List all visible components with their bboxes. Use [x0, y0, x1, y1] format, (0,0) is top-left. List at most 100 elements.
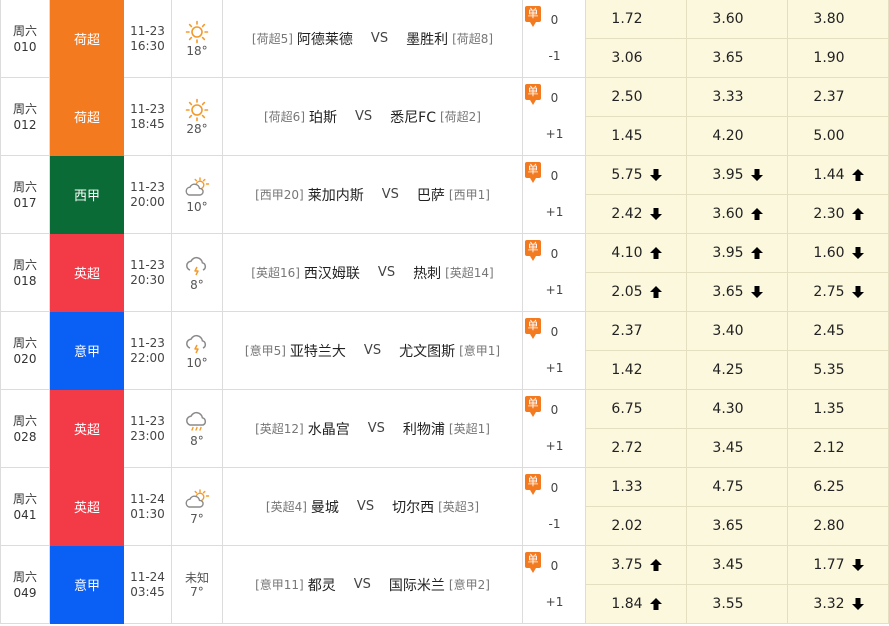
- home-team[interactable]: 水晶宫: [308, 419, 350, 439]
- league-name: 意甲: [73, 345, 100, 360]
- win-odds-button[interactable]: 1.45: [586, 117, 687, 156]
- match-teams[interactable]: [荷超5] 阿德莱德 VS 墨胜利 [荷超8]: [223, 0, 523, 78]
- draw-odds-button[interactable]: 3.65: [687, 273, 788, 312]
- win-odds-button[interactable]: 3.06: [586, 39, 687, 78]
- league-badge[interactable]: 意甲: [50, 312, 124, 390]
- home-team[interactable]: 曼城: [311, 497, 339, 517]
- match-teams[interactable]: [英超16] 西汉姆联 VS 热刺 [英超14]: [223, 234, 523, 312]
- odds-value: 2.12: [813, 440, 845, 456]
- match-teams[interactable]: [英超12] 水晶宫 VS 利物浦 [英超1]: [223, 390, 523, 468]
- league-badge[interactable]: 荷超: [50, 78, 124, 156]
- win-odds-button[interactable]: 5.75: [586, 156, 687, 195]
- league-badge[interactable]: 西甲: [50, 156, 124, 234]
- odds-value: 2.50: [611, 89, 643, 105]
- home-team[interactable]: 都灵: [308, 575, 336, 595]
- away-team[interactable]: 热刺: [413, 263, 441, 283]
- win-odds-button[interactable]: 1.42: [586, 351, 687, 390]
- draw-odds-button[interactable]: 4.30: [687, 390, 788, 429]
- win-odds-button[interactable]: 2.02: [586, 507, 687, 546]
- odds-value: 3.95: [712, 245, 744, 261]
- win-odds-button[interactable]: 3.75: [586, 546, 687, 585]
- home-team[interactable]: 莱加内斯: [308, 185, 364, 205]
- draw-odds-button[interactable]: 3.55: [687, 585, 788, 624]
- lose-odds-button[interactable]: 1.44: [788, 156, 889, 195]
- win-odds-button[interactable]: 4.10: [586, 234, 687, 273]
- draw-odds-button[interactable]: 4.20: [687, 117, 788, 156]
- away-team[interactable]: 国际米兰: [389, 575, 445, 595]
- weather: 10°: [172, 312, 223, 390]
- away-team[interactable]: 墨胜利: [406, 29, 448, 49]
- home-team[interactable]: 亚特兰大: [290, 341, 346, 361]
- win-odds-button[interactable]: 2.50: [586, 78, 687, 117]
- match-day: 周六: [12, 335, 37, 350]
- away-team[interactable]: 切尔西: [392, 497, 434, 517]
- odds-value: 2.37: [611, 323, 643, 339]
- match-teams[interactable]: [荷超6] 珀斯 VS 悉尼FC [荷超2]: [223, 78, 523, 156]
- odds-value: 2.37: [813, 89, 845, 105]
- league-badge[interactable]: 意甲: [50, 546, 124, 624]
- lose-odds-button[interactable]: 2.80: [788, 507, 889, 546]
- lose-odds-button[interactable]: 3.32: [788, 585, 889, 624]
- draw-odds-button[interactable]: 3.60: [687, 195, 788, 234]
- lose-odds-button[interactable]: 5.35: [788, 351, 889, 390]
- draw-odds-button[interactable]: 4.25: [687, 351, 788, 390]
- lose-odds-button[interactable]: 1.90: [788, 39, 889, 78]
- draw-odds-button[interactable]: 4.75: [687, 468, 788, 507]
- away-team[interactable]: 巴萨: [417, 185, 445, 205]
- match-teams[interactable]: [意甲11] 都灵 VS 国际米兰 [意甲2]: [223, 546, 523, 624]
- draw-odds-button[interactable]: 3.40: [687, 312, 788, 351]
- win-odds-button[interactable]: 2.37: [586, 312, 687, 351]
- lose-odds-button[interactable]: 2.37: [788, 78, 889, 117]
- win-odds-button[interactable]: 2.42: [586, 195, 687, 234]
- odds-value: 2.75: [813, 284, 845, 300]
- draw-odds-button[interactable]: 3.60: [687, 0, 788, 39]
- lose-odds-button[interactable]: 1.35: [788, 390, 889, 429]
- lose-odds-button[interactable]: 2.12: [788, 429, 889, 468]
- match-teams[interactable]: [西甲20] 莱加内斯 VS 巴萨 [西甲1]: [223, 156, 523, 234]
- league-badge[interactable]: 英超: [50, 234, 124, 312]
- vs-label: VS: [370, 31, 389, 46]
- match-row: 周六 012 荷超 11-23 18:45 28° [荷超6] 珀斯 VS 悉尼FC [荷超2] 单 0…: [0, 78, 889, 156]
- away-team[interactable]: 尤文图斯: [399, 341, 455, 361]
- draw-odds-button[interactable]: 3.65: [687, 39, 788, 78]
- away-team[interactable]: 悉尼FC: [390, 107, 436, 127]
- draw-odds-button[interactable]: 3.95: [687, 156, 788, 195]
- temperature: 10°: [186, 355, 208, 370]
- win-odds-button[interactable]: 2.05: [586, 273, 687, 312]
- home-team[interactable]: 西汉姆联: [304, 263, 360, 283]
- arrow-up-icon: [852, 169, 864, 181]
- vs-label: VS: [381, 187, 399, 202]
- weather: 18°: [172, 0, 223, 78]
- temperature: 10°: [186, 199, 208, 214]
- odds-value: 1.35: [813, 401, 845, 417]
- league-badge[interactable]: 荷超: [50, 0, 124, 78]
- match-teams[interactable]: [英超4] 曼城 VS 切尔西 [英超3]: [223, 468, 523, 546]
- win-odds-button[interactable]: 1.33: [586, 468, 687, 507]
- lose-odds-button[interactable]: 2.75: [788, 273, 889, 312]
- draw-odds-button[interactable]: 3.95: [687, 234, 788, 273]
- handicap-line: +1: [545, 595, 564, 609]
- win-odds-button[interactable]: 1.84: [586, 585, 687, 624]
- league-badge[interactable]: 英超: [50, 390, 124, 468]
- lose-odds-button[interactable]: 1.77: [788, 546, 889, 585]
- draw-odds-button[interactable]: 3.45: [687, 429, 788, 468]
- lose-odds-button[interactable]: 5.00: [788, 117, 889, 156]
- lose-odds-button[interactable]: 2.30: [788, 195, 889, 234]
- draw-odds-button[interactable]: 3.45: [687, 546, 788, 585]
- draw-odds-button[interactable]: 3.33: [687, 78, 788, 117]
- lose-odds-button[interactable]: 6.25: [788, 468, 889, 507]
- lose-odds-button[interactable]: 3.80: [788, 0, 889, 39]
- win-odds-button[interactable]: 1.72: [586, 0, 687, 39]
- lose-odds-button[interactable]: 1.60: [788, 234, 889, 273]
- league-badge[interactable]: 英超: [50, 468, 124, 546]
- win-odds-button[interactable]: 2.72: [586, 429, 687, 468]
- match-teams[interactable]: [意甲5] 亚特兰大 VS 尤文图斯 [意甲1]: [223, 312, 523, 390]
- home-team[interactable]: 阿德莱德: [297, 29, 353, 49]
- lose-odds-button[interactable]: 2.45: [788, 312, 889, 351]
- odds-value: 3.33: [712, 89, 744, 105]
- win-odds-button[interactable]: 6.75: [586, 390, 687, 429]
- arrow-down-icon: [751, 169, 763, 181]
- home-team[interactable]: 珀斯: [309, 107, 337, 127]
- away-team[interactable]: 利物浦: [403, 419, 445, 439]
- draw-odds-button[interactable]: 3.65: [687, 507, 788, 546]
